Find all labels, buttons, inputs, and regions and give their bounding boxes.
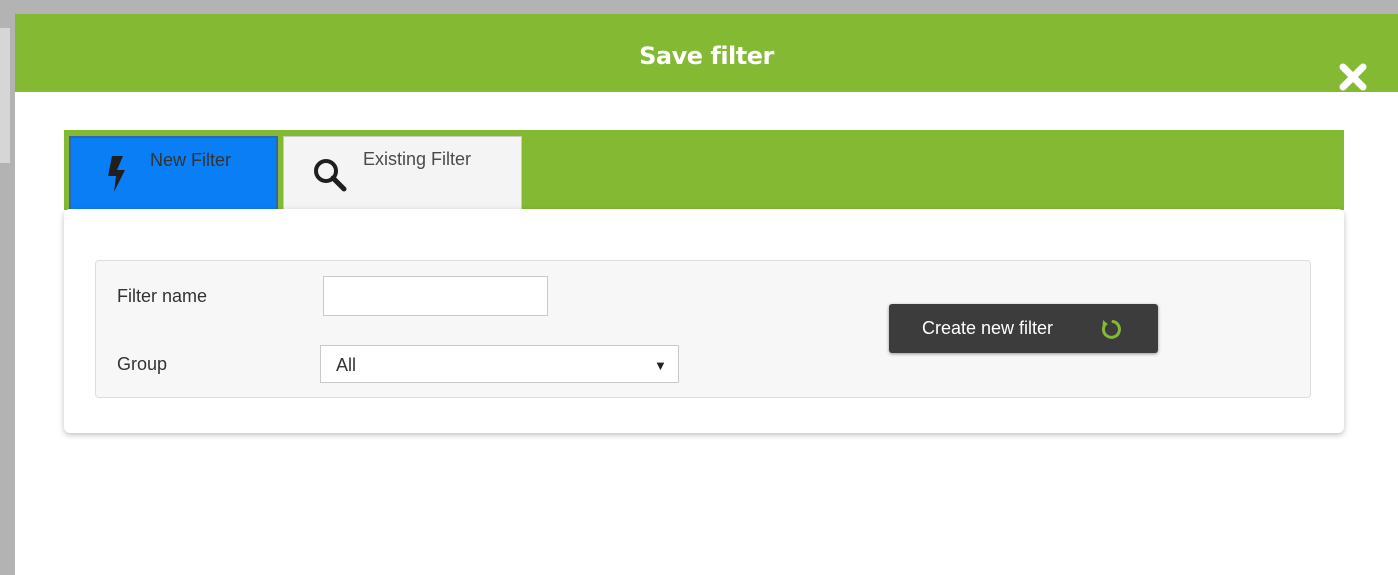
close-x-icon (1339, 63, 1367, 91)
create-new-filter-button[interactable]: Create new filter (889, 304, 1158, 353)
group-selected-value: All (336, 355, 357, 375)
filter-tabs: New Filter Existing Filter (64, 130, 1344, 210)
filter-form: Filter name Group All ▼ Create new filte… (95, 260, 1311, 398)
group-select[interactable]: All ▼ (320, 345, 679, 383)
close-button[interactable] (1336, 60, 1370, 94)
backdrop-page-edge (0, 28, 10, 163)
group-label: Group (117, 354, 168, 374)
save-filter-dialog: Save filter New Filter Existing Filter F… (15, 14, 1398, 575)
dialog-header: Save filter (15, 14, 1398, 92)
tab-new-filter-label: New Filter (150, 150, 232, 170)
search-icon (314, 159, 347, 192)
filter-name-label: Filter name (117, 286, 208, 306)
create-button-label: Create new filter (922, 318, 1054, 338)
tab-existing-filter[interactable]: Existing Filter (283, 136, 522, 210)
new-filter-panel: Filter name Group All ▼ Create new filte… (64, 209, 1344, 433)
tab-new-filter[interactable]: New Filter (69, 136, 278, 210)
refresh-icon (1102, 320, 1121, 339)
tab-existing-filter-label: Existing Filter (363, 149, 472, 169)
dialog-title: Save filter (639, 42, 774, 70)
lightning-icon (108, 156, 125, 192)
filter-name-input[interactable] (323, 276, 548, 316)
dropdown-arrow-icon: ▼ (654, 358, 667, 373)
